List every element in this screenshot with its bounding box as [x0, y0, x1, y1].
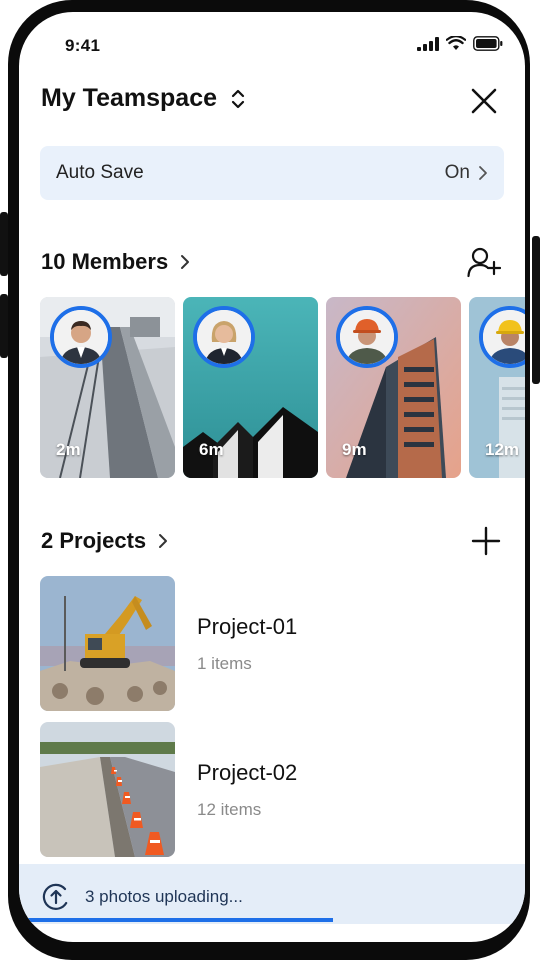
- members-list: 2m 6m 9m 12m: [40, 297, 525, 479]
- project-item-count: 1 items: [197, 653, 252, 673]
- member-upload-time: 12m: [485, 440, 520, 459]
- upload-row: 3 photos uploading...: [41, 882, 243, 912]
- battery-icon: [473, 36, 503, 51]
- upload-progress-bar: [19, 918, 333, 922]
- chevron-right-icon: [159, 534, 168, 548]
- member-card[interactable]: 9m: [326, 297, 461, 478]
- avatar: [336, 306, 398, 368]
- auto-save-value: On: [444, 162, 470, 183]
- member-upload-time: 2m: [56, 440, 81, 459]
- auto-save-value-group: On: [445, 162, 488, 184]
- member-card[interactable]: 12m: [469, 297, 525, 478]
- project-item[interactable]: Project-02 12 items: [40, 722, 297, 857]
- auto-save-label: Auto Save: [56, 162, 144, 183]
- excavator-photo: [40, 576, 175, 711]
- projects-heading[interactable]: 2 Projects: [41, 528, 168, 554]
- project-info: Project-02 12 items: [197, 760, 297, 820]
- project-item[interactable]: Project-01 1 items: [40, 576, 297, 711]
- wifi-icon: [446, 36, 466, 50]
- status-icons: [417, 36, 503, 51]
- members-heading[interactable]: 10 Members: [41, 249, 190, 275]
- side-button-left-2: [0, 294, 8, 358]
- project-item-count: 12 items: [197, 799, 262, 819]
- signal-icon: [417, 36, 439, 51]
- person-avatar: [483, 310, 525, 364]
- member-card[interactable]: 6m: [183, 297, 318, 478]
- side-button-left-1: [0, 212, 8, 276]
- auto-save-row[interactable]: Auto Save On: [40, 146, 504, 200]
- upload-status-text: 3 photos uploading...: [85, 887, 243, 906]
- chevron-right-icon: [181, 255, 190, 269]
- person-avatar: [54, 310, 108, 364]
- sort-icon: [231, 89, 245, 108]
- add-user-icon[interactable]: [467, 246, 501, 278]
- project-thumbnail: [40, 576, 175, 711]
- status-time: 9:41: [65, 36, 101, 55]
- close-icon[interactable]: [469, 86, 499, 116]
- upload-status-bar[interactable]: 3 photos uploading...: [19, 864, 525, 924]
- page-title: My Teamspace: [41, 84, 218, 112]
- chevron-right-icon: [479, 166, 487, 180]
- projects-count-label: 2 Projects: [41, 528, 147, 553]
- teamspace-switcher[interactable]: My Teamspace: [41, 84, 245, 113]
- phone-frame: 9:41 My Teamspace Auto Save On 10 Member…: [0, 0, 540, 960]
- person-avatar: [340, 310, 394, 364]
- project-thumbnail: [40, 722, 175, 857]
- member-card[interactable]: 2m: [40, 297, 175, 478]
- avatar: [50, 306, 112, 368]
- member-upload-time: 9m: [342, 440, 367, 459]
- members-count-label: 10 Members: [41, 249, 169, 274]
- project-name: Project-01: [197, 613, 298, 639]
- upload-icon: [42, 883, 69, 910]
- road-photo: [40, 722, 175, 857]
- side-button-right: [532, 236, 540, 384]
- screen: 9:41 My Teamspace Auto Save On 10 Member…: [19, 12, 525, 942]
- plus-icon[interactable]: [471, 526, 501, 556]
- project-info: Project-01 1 items: [197, 614, 297, 674]
- member-upload-time: 6m: [199, 440, 224, 459]
- person-avatar: [197, 310, 251, 364]
- avatar: [193, 306, 255, 368]
- project-name: Project-02: [197, 759, 298, 785]
